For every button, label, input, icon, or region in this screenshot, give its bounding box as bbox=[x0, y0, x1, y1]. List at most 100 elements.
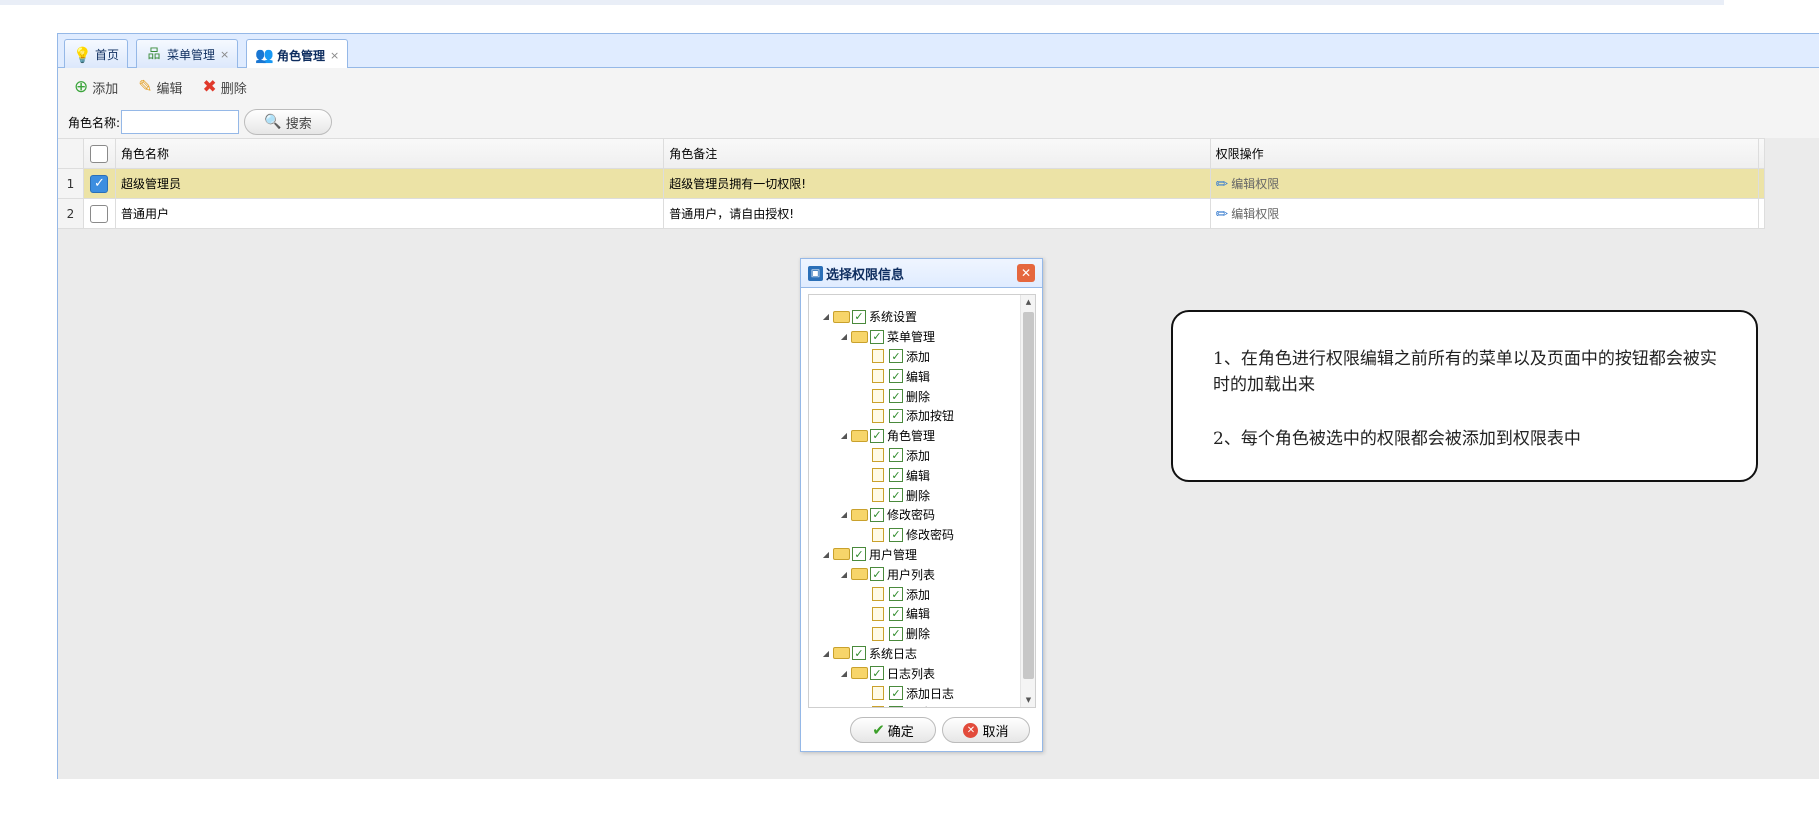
tree-node[interactable]: ✓删除 bbox=[809, 386, 1021, 406]
permission-tree-panel: ◢ ✓ 系统设置 ◢ ✓ 菜单管理 ✓ 添加 ✓ 编辑 ✓ 删除 ✓ 添加按钮 ◢ ✓ 角色管理 ✓ 添加 ✓ 编辑 ✓ 删… bbox=[808, 294, 1036, 708]
tree-node[interactable]: ◢ ✓ 系统设置 bbox=[809, 307, 1021, 327]
tree-node-label: 删除 bbox=[906, 389, 931, 404]
column-header-note[interactable]: 角色备注 bbox=[664, 139, 1211, 168]
expand-arrow-icon[interactable]: ◢ bbox=[819, 550, 833, 559]
column-header-name[interactable]: 角色名称 bbox=[116, 139, 665, 168]
add-label: 添加 bbox=[92, 81, 119, 97]
tree-checkbox[interactable]: ✓ bbox=[852, 646, 866, 661]
tree-checkbox[interactable]: ✓ bbox=[870, 329, 884, 344]
tree-node[interactable]: ◢ ✓ 用户管理 bbox=[809, 545, 1021, 565]
tree-node[interactable]: ✓ 添加 bbox=[809, 347, 1021, 367]
table-row[interactable]: 2 普通用户 普通用户，请自由授权! ✏ 编辑权限 bbox=[58, 199, 1766, 229]
tree-node[interactable]: ◢ ✓ 系统日志 bbox=[809, 644, 1021, 664]
tree-checkbox[interactable]: ✓ bbox=[870, 666, 884, 681]
tree-checkbox[interactable]: ✓ bbox=[870, 507, 884, 522]
edit-button[interactable]: ✎ 编辑 bbox=[138, 77, 182, 97]
add-button[interactable]: ⊕ 添加 bbox=[74, 77, 118, 97]
row-number: 1 bbox=[58, 169, 84, 198]
tree-node[interactable]: ◢ ✓ 角色管理 bbox=[809, 426, 1021, 446]
tree-checkbox[interactable]: ✓ bbox=[889, 389, 903, 404]
tree-node[interactable]: ✓ 添加 bbox=[809, 584, 1021, 604]
folder-icon bbox=[851, 330, 868, 343]
tree-node[interactable]: ◢ ✓ 菜单管理 bbox=[809, 327, 1021, 347]
tree-node-label: 角色管理 bbox=[887, 429, 936, 444]
tree-node[interactable]: ✓ 修改密码 bbox=[809, 525, 1021, 545]
tree-checkbox[interactable]: ✓ bbox=[852, 547, 866, 562]
close-icon[interactable]: × bbox=[220, 48, 229, 61]
edit-permission-label: 编辑权限 bbox=[1231, 207, 1280, 221]
bulb-icon: 💡 bbox=[73, 45, 92, 64]
tree-node[interactable]: ✓ 编辑 bbox=[809, 465, 1021, 485]
tree-node[interactable]: ◢ ✓ 修改密码 bbox=[809, 505, 1021, 525]
tree-checkbox[interactable]: ✓ bbox=[889, 606, 903, 621]
tree-node-label: 系统设置 bbox=[869, 310, 918, 325]
dialog-close-button[interactable]: ✕ bbox=[1017, 264, 1035, 282]
tree-node[interactable]: ✓ 添加按钮 bbox=[809, 406, 1021, 426]
tree-node-label: 添加 bbox=[906, 349, 931, 364]
tree-node[interactable]: ✓ 添加日志 bbox=[809, 683, 1021, 703]
tree-checkbox[interactable]: ✓ bbox=[852, 309, 866, 324]
scroll-thumb[interactable] bbox=[1023, 312, 1034, 679]
row-number: 2 bbox=[58, 199, 84, 228]
table-row[interactable]: 1 ✓ 超级管理员 超级管理员拥有一切权限! ✏ 编辑权限 bbox=[58, 169, 1766, 199]
column-header-action[interactable]: 权限操作 bbox=[1211, 139, 1760, 168]
scroll-up-icon[interactable]: ▲ bbox=[1021, 295, 1035, 309]
tree-node[interactable]: ✓ 添加 bbox=[809, 446, 1021, 466]
row-checkbox[interactable]: ✓ bbox=[90, 174, 109, 193]
tree-node[interactable]: ◢ ✓ 日志列表 bbox=[809, 663, 1021, 683]
permission-dialog: ▣ 选择权限信息 ✕ ◢ ✓ 系统设置 ◢ ✓ 菜单管理 ✓ 添加 ✓ 编辑 ✓ 删除 ✓ 添加按钮 ◢ ✓ 角… bbox=[800, 258, 1043, 752]
folder-icon bbox=[833, 647, 850, 660]
tree-checkbox[interactable]: ✓ bbox=[889, 527, 903, 542]
file-icon bbox=[872, 527, 884, 542]
role-name-input[interactable] bbox=[121, 110, 240, 134]
tree-checkbox[interactable]: ✓ bbox=[889, 587, 903, 602]
tree-checkbox[interactable]: ✓ bbox=[889, 468, 903, 483]
tree-node-label: 系统日志 bbox=[869, 646, 918, 661]
expand-arrow-icon[interactable]: ◢ bbox=[819, 312, 833, 321]
tab-home[interactable]: 💡 首页 bbox=[64, 39, 129, 69]
pencil-icon: ✏ bbox=[1215, 174, 1229, 193]
tree-checkbox[interactable]: ✓ bbox=[870, 428, 884, 443]
role-grid: 角色名称 角色备注 权限操作 1 ✓ 超级管理员 超级管理员拥有一切权限! ✏ … bbox=[58, 138, 1766, 229]
tree-node[interactable]: ✓删除 bbox=[809, 624, 1021, 644]
row-checkbox[interactable] bbox=[90, 204, 109, 223]
tree-checkbox[interactable]: ✓ bbox=[889, 626, 903, 641]
expand-arrow-icon[interactable]: ◢ bbox=[837, 431, 851, 440]
delete-button[interactable]: ✖ 删除 bbox=[203, 77, 247, 97]
tree-checkbox[interactable]: ✓ bbox=[889, 349, 903, 364]
edit-permission-link[interactable]: ✏ 编辑权限 bbox=[1211, 199, 1760, 228]
cancel-button[interactable]: ✕ 取消 bbox=[942, 717, 1030, 743]
confirm-label: 确定 bbox=[887, 724, 914, 740]
tree-node[interactable]: ✓ 编辑 bbox=[809, 604, 1021, 624]
tree-node[interactable]: ◢ ✓ 用户列表 bbox=[809, 564, 1021, 584]
tree-checkbox[interactable]: ✓ bbox=[870, 567, 884, 582]
edit-permission-link[interactable]: ✏ 编辑权限 bbox=[1211, 169, 1760, 198]
tree-node[interactable]: ✓删除 bbox=[809, 703, 1021, 707]
tab-role-management[interactable]: 👥 角色管理 × bbox=[246, 39, 349, 70]
expand-arrow-icon[interactable]: ◢ bbox=[837, 570, 851, 579]
tree-checkbox[interactable]: ✓ bbox=[889, 705, 903, 707]
tree-checkbox[interactable]: ✓ bbox=[889, 448, 903, 463]
tab-menu-management[interactable]: 品 菜单管理 × bbox=[136, 39, 239, 69]
tree-node-label: 添加 bbox=[906, 587, 931, 602]
file-icon bbox=[872, 626, 884, 641]
tree-node[interactable]: ✓删除 bbox=[809, 485, 1021, 505]
edit-label: 编辑 bbox=[156, 81, 183, 97]
tree-checkbox[interactable]: ✓ bbox=[889, 369, 903, 384]
expand-arrow-icon[interactable]: ◢ bbox=[837, 510, 851, 519]
close-icon[interactable]: × bbox=[330, 49, 339, 62]
tree-node-label: 添加 bbox=[906, 448, 931, 463]
tree-checkbox[interactable]: ✓ bbox=[889, 488, 903, 503]
tree-node[interactable]: ✓ 编辑 bbox=[809, 366, 1021, 386]
expand-arrow-icon[interactable]: ◢ bbox=[837, 332, 851, 341]
search-button[interactable]: 🔍 搜索 bbox=[244, 109, 333, 135]
tree-checkbox[interactable]: ✓ bbox=[889, 408, 903, 423]
tree-scrollbar[interactable]: ▲ ▼ bbox=[1020, 295, 1035, 707]
confirm-button[interactable]: ✔ 确定 bbox=[850, 717, 936, 743]
select-all-checkbox[interactable] bbox=[90, 144, 109, 163]
expand-arrow-icon[interactable]: ◢ bbox=[837, 669, 851, 678]
tree-checkbox[interactable]: ✓ bbox=[889, 686, 903, 701]
expand-arrow-icon[interactable]: ◢ bbox=[819, 649, 833, 658]
select-all-cell bbox=[84, 139, 116, 168]
scroll-down-icon[interactable]: ▼ bbox=[1021, 693, 1035, 707]
